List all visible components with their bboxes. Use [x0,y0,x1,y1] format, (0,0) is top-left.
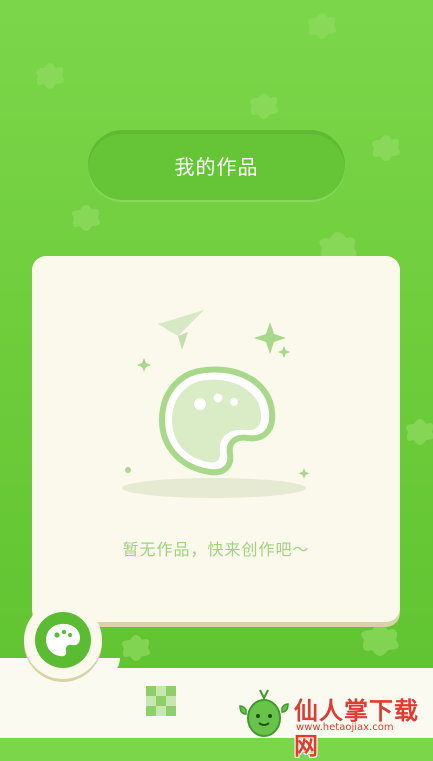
sparkle-small-icon [278,346,290,358]
page-title-banner: 我的作品 [88,130,345,200]
create-work-button-inner [35,612,91,668]
palette-icon [46,623,80,657]
dot-deco [125,467,131,473]
sparkle-icon [254,322,286,354]
cactus-logo [239,689,289,737]
checker-grid-icon[interactable] [146,686,176,716]
empty-state-illustration [122,310,310,498]
empty-state-message: 暂无作品，快来创作吧～ [122,540,310,559]
paper-plane-icon [158,310,204,350]
sparkle-right-icon [298,468,310,479]
works-card: 暂无作品，快来创作吧～ [32,256,400,622]
my-works-screen: 我的作品 暂无作品，快来创作吧～ 仙人掌下载网 www.hetaojiax.co… [0,0,433,760]
palette-icon [158,366,276,476]
page-title: 我的作品 [174,154,259,179]
site-watermark: 仙人掌下载网 www.hetaojiax.com [236,688,433,760]
sparkle-left-icon [137,358,151,372]
illustration-shadow [122,478,306,498]
create-work-button[interactable] [24,601,102,679]
watermark-url: www.hetaojiax.com [296,722,394,733]
